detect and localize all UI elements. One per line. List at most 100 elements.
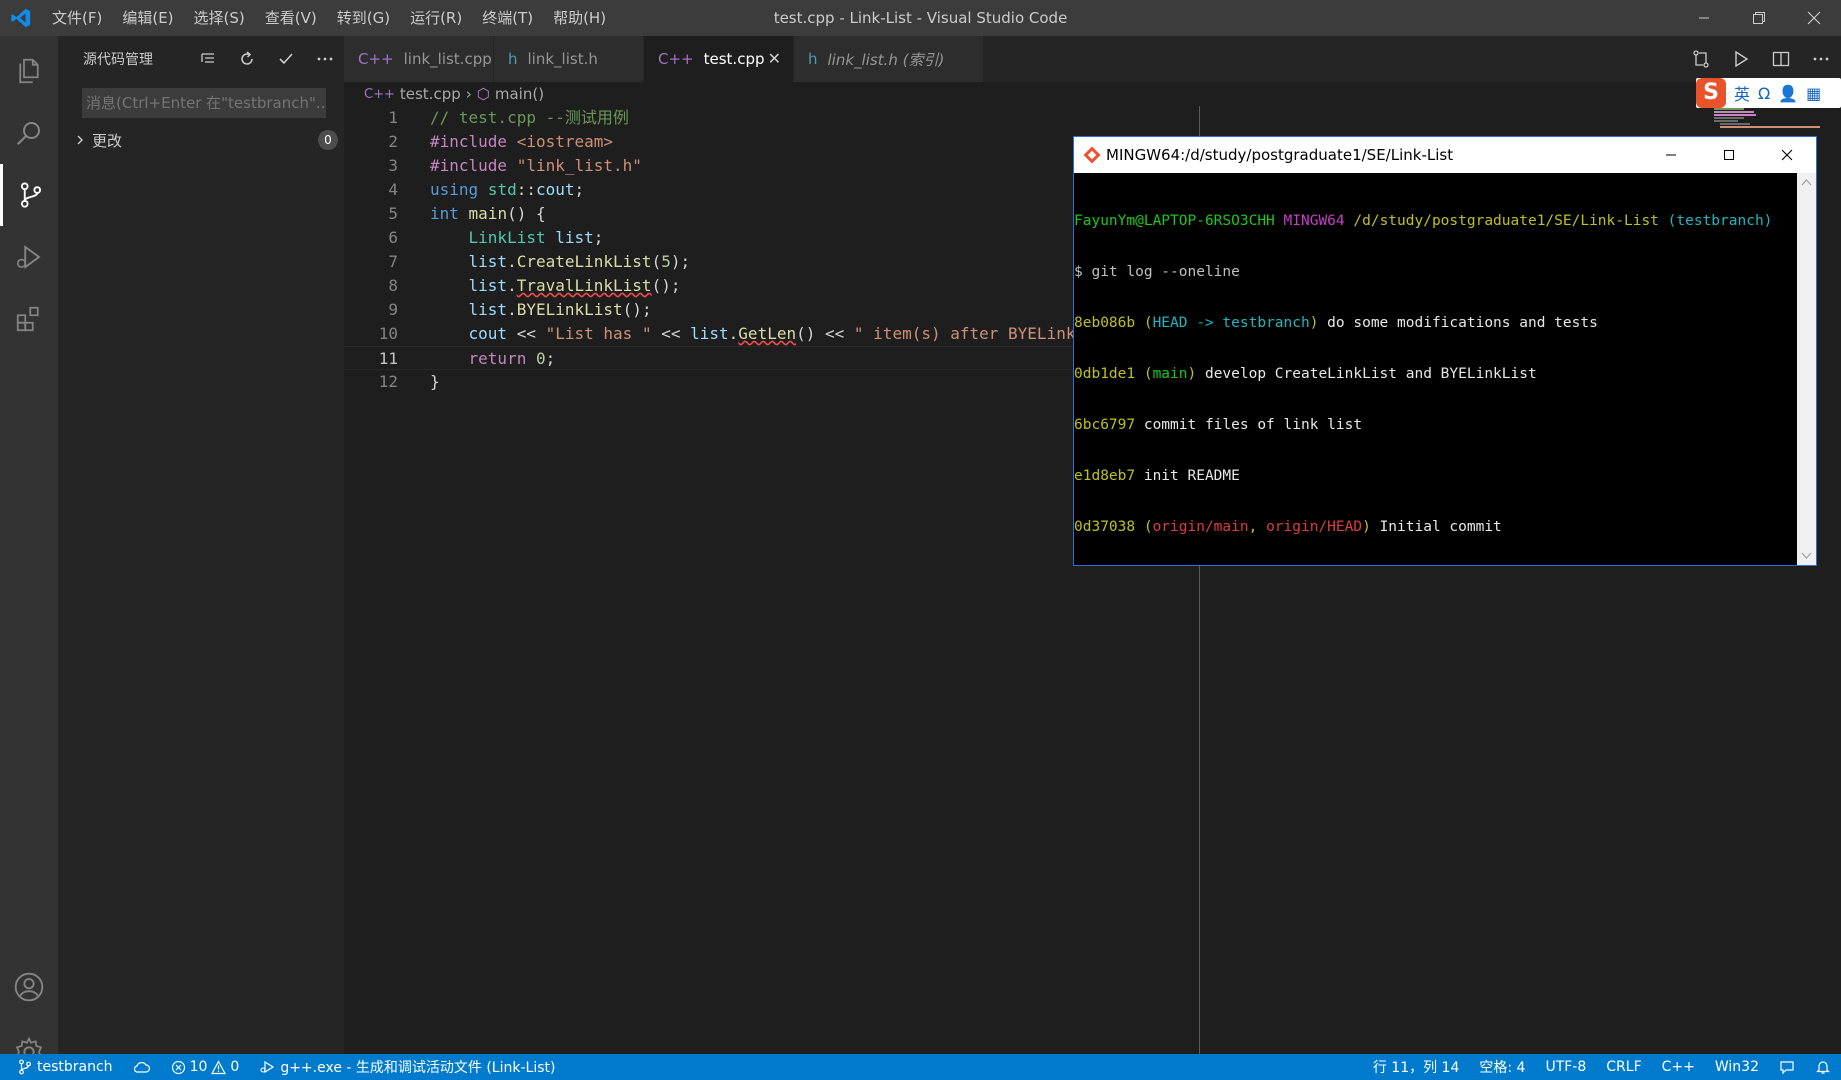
header-file-icon: h <box>508 50 518 68</box>
breadcrumb-file[interactable]: test.cpp <box>400 85 461 103</box>
warning-icon <box>211 1059 227 1074</box>
error-count: 10 <box>189 1059 208 1075</box>
menu-selection[interactable]: 选择(S) <box>184 0 255 36</box>
ime-language-toggle[interactable]: 英 <box>1734 81 1750 105</box>
problems-status[interactable]: 10 0 <box>161 1054 250 1080</box>
git-bash-icon <box>1078 146 1106 164</box>
minimize-button[interactable] <box>1676 0 1731 36</box>
tab-label: test.cpp <box>703 50 765 68</box>
search-icon[interactable] <box>0 102 58 164</box>
breadcrumb-symbol[interactable]: main() <box>495 85 544 103</box>
mingw-terminal-window: MINGW64:/d/study/postgraduate1/SE/Link-L… <box>1073 136 1817 566</box>
ime-user-icon[interactable]: 👤 <box>1778 84 1798 103</box>
line-number: 6 <box>388 228 398 247</box>
menu-file[interactable]: 文件(F) <box>42 0 112 36</box>
build-task-status[interactable]: g++.exe - 生成和调试活动文件 (Link-List) <box>249 1054 565 1080</box>
tab-link-list-h[interactable]: h link_list.h <box>494 36 644 82</box>
line-number: 11 <box>378 349 398 368</box>
sogou-logo-icon: S <box>1696 78 1726 108</box>
tab-link-list-cpp[interactable]: C++ link_list.cpp <box>344 36 494 82</box>
explorer-icon[interactable] <box>0 40 58 102</box>
line-number: 1 <box>388 108 398 127</box>
extensions-icon[interactable] <box>0 288 58 350</box>
more-actions-icon[interactable] <box>305 36 344 82</box>
terminal-title: MINGW64:/d/study/postgraduate1/SE/Link-L… <box>1106 146 1454 164</box>
view-as-tree-icon[interactable] <box>188 36 227 82</box>
menu-run[interactable]: 运行(R) <box>400 0 472 36</box>
menu-edit[interactable]: 编辑(E) <box>112 0 183 36</box>
terminal-output[interactable]: FayunYm@LAPTOP-6RSO3CHH MINGW64 /d/study… <box>1074 173 1798 565</box>
menu-view[interactable]: 查看(V) <box>255 0 327 36</box>
build-task-label: g++.exe - 生成和调试活动文件 (Link-List) <box>280 1060 556 1076</box>
source-control-sidebar: 源代码管理 更改 0 <box>58 36 344 1054</box>
run-file-icon[interactable] <box>1721 36 1761 82</box>
close-tab-icon[interactable]: ✕ <box>768 49 781 68</box>
source-control-icon[interactable] <box>0 164 58 226</box>
tab-label: link_list.h <box>527 50 598 68</box>
minimap[interactable] <box>1714 106 1828 132</box>
method-cube-icon: ⬡ <box>476 85 490 103</box>
tab-link-list-h-index[interactable]: h link_list.h (索引) <box>794 36 984 82</box>
line-number: 9 <box>388 300 398 319</box>
cpp-file-icon: C++ <box>358 50 394 68</box>
end-of-line[interactable]: CRLF <box>1596 1054 1651 1080</box>
restore-button[interactable] <box>1731 0 1786 36</box>
split-editor-icon[interactable] <box>1761 36 1801 82</box>
terminal-close-button[interactable] <box>1758 137 1816 173</box>
menu-terminal[interactable]: 终端(T) <box>472 0 543 36</box>
status-bar: testbranch 10 0 g++.exe - 生成和调试活动文件 (Lin… <box>0 1054 1841 1080</box>
run-debug-icon[interactable] <box>0 226 58 288</box>
sidebar-header: 源代码管理 <box>58 36 344 82</box>
line-number: 3 <box>388 156 398 175</box>
terminal-prompt-line: FayunYm@LAPTOP-6RSO3CHH MINGW64 /d/study… <box>1074 213 1773 229</box>
line-number: 4 <box>388 180 398 199</box>
language-mode[interactable]: C++ <box>1652 1054 1705 1080</box>
sync-status[interactable] <box>123 1054 161 1080</box>
open-changes-icon[interactable] <box>1681 36 1721 82</box>
git-branch-icon <box>19 1059 31 1075</box>
terminal-title-bar: MINGW64:/d/study/postgraduate1/SE/Link-L… <box>1074 137 1816 173</box>
header-file-icon: h <box>808 50 818 68</box>
changes-group[interactable]: 更改 0 <box>74 128 338 152</box>
terminal-minimize-button[interactable] <box>1642 137 1700 173</box>
feedback-icon[interactable] <box>1769 1054 1805 1080</box>
commit-check-icon[interactable] <box>266 36 305 82</box>
ime-grid-icon[interactable]: ▦ <box>1806 84 1821 103</box>
cloud-sync-icon <box>133 1062 150 1073</box>
error-icon <box>171 1060 185 1074</box>
close-window-button[interactable] <box>1786 0 1841 36</box>
account-icon[interactable] <box>0 956 58 1018</box>
commit-message-input[interactable] <box>82 88 326 118</box>
chevron-right-icon: › <box>465 85 472 103</box>
platform-config[interactable]: Win32 <box>1705 1054 1769 1080</box>
branch-status[interactable]: testbranch <box>0 1054 123 1080</box>
git-log-entry: e1d8eb7 init README <box>1074 468 1240 484</box>
tab-test-cpp[interactable]: C++ test.cpp ✕ <box>644 36 794 82</box>
menu-bar: 文件(F) 编辑(E) 选择(S) 查看(V) 转到(G) 运行(R) 终端(T… <box>42 0 616 36</box>
cursor-position[interactable]: 行 11，列 14 <box>1363 1054 1470 1080</box>
sidebar-title: 源代码管理 <box>83 52 153 68</box>
terminal-command-line: $ git log --oneline <box>1074 264 1240 280</box>
notifications-bell-icon[interactable] <box>1805 1054 1841 1080</box>
indentation[interactable]: 空格: 4 <box>1469 1054 1535 1080</box>
debug-run-icon <box>260 1060 275 1074</box>
changes-label: 更改 <box>92 131 123 150</box>
editor-actions <box>1681 36 1841 82</box>
ime-symbol-icon[interactable]: Ω <box>1758 84 1770 103</box>
editor-more-icon[interactable] <box>1801 36 1841 82</box>
menu-go[interactable]: 转到(G) <box>327 0 400 36</box>
line-number: 7 <box>388 252 398 271</box>
refresh-icon[interactable] <box>227 36 266 82</box>
git-log-entry: 0db1de1 (main) develop CreateLinkList an… <box>1074 366 1537 382</box>
input-method-toolbar[interactable]: S 英 Ω 👤 ▦ <box>1696 78 1841 108</box>
file-encoding[interactable]: UTF-8 <box>1535 1054 1596 1080</box>
git-log-entry: 6bc6797 commit files of link list <box>1074 417 1363 433</box>
code-line: 1// test.cpp --测试用例 <box>344 106 1804 130</box>
window-controls <box>1676 0 1841 36</box>
terminal-maximize-button[interactable] <box>1700 137 1758 173</box>
activity-bar: 1 <box>0 36 58 1075</box>
terminal-scrollbar[interactable] <box>1797 173 1816 565</box>
tab-label: link_list.cpp <box>403 50 492 68</box>
menu-help[interactable]: 帮助(H) <box>543 0 616 36</box>
status-bar-right: 行 11，列 14 空格: 4 UTF-8 CRLF C++ Win32 <box>1363 1054 1841 1080</box>
